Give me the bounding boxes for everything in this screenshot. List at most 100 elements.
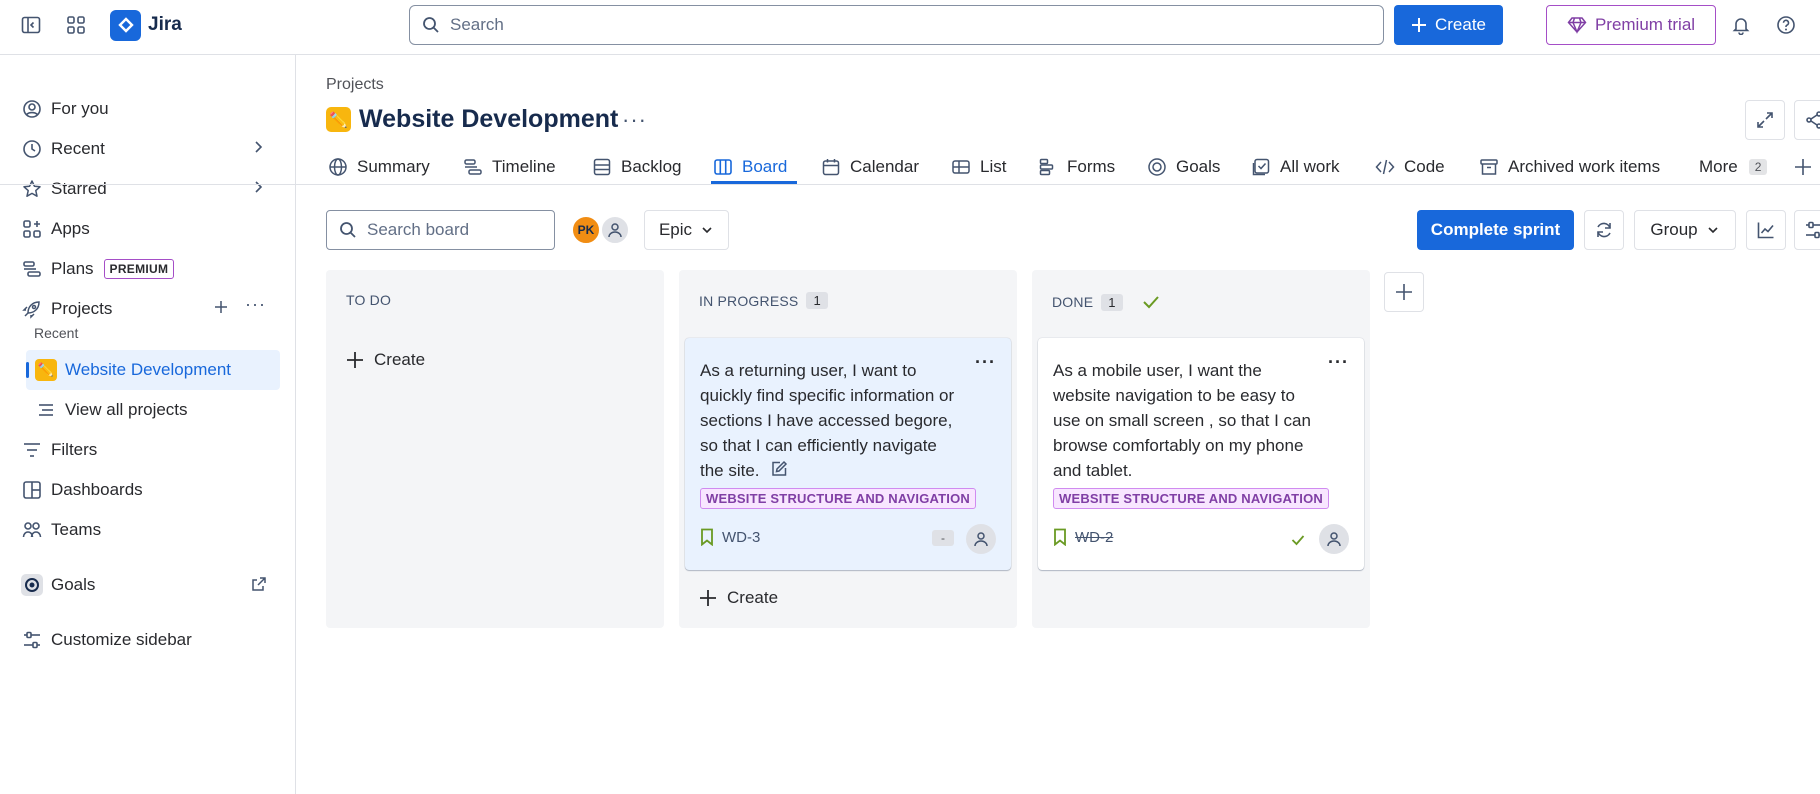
- external-link-icon[interactable]: [250, 575, 268, 598]
- epic-label-badge[interactable]: WEBSITE STRUCTURE AND NAVIGATION: [1053, 488, 1329, 509]
- jira-logo-icon[interactable]: [110, 10, 141, 41]
- sprint-refresh-button[interactable]: [1584, 210, 1624, 250]
- tab-forms[interactable]: Forms: [1038, 153, 1115, 181]
- app-switcher-icon[interactable]: [64, 13, 88, 37]
- sidebar-item-projects[interactable]: Projects ···: [20, 291, 280, 327]
- customize-icon: [20, 628, 44, 652]
- card-more-icon[interactable]: ···: [1328, 352, 1349, 373]
- sidebar-item-for-you[interactable]: For you: [20, 91, 280, 127]
- sidebar-toggle-icon[interactable]: [19, 13, 43, 37]
- breadcrumb[interactable]: Projects: [326, 76, 384, 94]
- tab-label: All work: [1280, 157, 1340, 176]
- epic-label: Epic: [658, 220, 693, 239]
- assignee-avatar[interactable]: [1319, 524, 1349, 554]
- rocket-icon: [20, 297, 44, 321]
- chevron-down-icon: [1708, 227, 1718, 234]
- tab-calendar[interactable]: Calendar: [821, 153, 919, 181]
- view-settings-button[interactable]: [1794, 210, 1820, 250]
- share-icon: [1806, 111, 1820, 129]
- epic-filter-dropdown[interactable]: Epic: [644, 210, 729, 250]
- more-options-icon[interactable]: ···: [245, 294, 266, 315]
- group-dropdown[interactable]: Group: [1634, 210, 1736, 250]
- chevron-down-icon: [702, 227, 712, 234]
- create-issue-button[interactable]: Create: [699, 588, 778, 608]
- backlog-icon: [593, 158, 611, 176]
- column-to-do: TO DO Create: [326, 270, 664, 628]
- help-icon[interactable]: [1774, 13, 1798, 37]
- notifications-bell-icon[interactable]: [1729, 13, 1753, 37]
- board-search[interactable]: [326, 210, 555, 250]
- project-more-icon[interactable]: ···: [622, 107, 647, 133]
- sidebar-item-plans[interactable]: Plans PREMIUM: [20, 251, 280, 287]
- sidebar-item-view-all-projects[interactable]: View all projects: [34, 392, 280, 428]
- issue-key[interactable]: WD-2: [1053, 528, 1113, 546]
- story-points-estimate[interactable]: -: [932, 530, 954, 546]
- done-check-icon: [1291, 535, 1305, 546]
- plans-icon: [20, 257, 44, 281]
- sidebar-item-label: Teams: [51, 520, 102, 539]
- page-title[interactable]: Website Development: [359, 105, 618, 134]
- tab-label: Summary: [357, 157, 430, 176]
- app-name[interactable]: Jira: [148, 14, 182, 36]
- search-input[interactable]: [450, 15, 1350, 35]
- tab-goals[interactable]: Goals: [1147, 153, 1220, 181]
- group-label: Group: [1650, 220, 1698, 239]
- share-button[interactable]: [1794, 100, 1820, 140]
- recent-section-header: Recent: [34, 325, 79, 341]
- column-title: TO DO: [346, 292, 392, 308]
- create-button[interactable]: Create: [1394, 5, 1503, 45]
- calendar-icon: [822, 159, 840, 176]
- sidebar-item-label: Customize sidebar: [51, 630, 192, 649]
- sidebar-item-label: View all projects: [65, 400, 188, 419]
- insights-button[interactable]: [1746, 210, 1786, 250]
- column-count-badge: 1: [1101, 293, 1123, 311]
- sidebar-item-teams[interactable]: Teams: [20, 512, 280, 548]
- tab-label: Backlog: [621, 157, 682, 176]
- tab-archived-work-items[interactable]: Archived work items: [1479, 153, 1660, 181]
- avatar[interactable]: PK: [571, 215, 601, 245]
- sidebar-item-goals[interactable]: Goals: [20, 567, 280, 603]
- tab-more[interactable]: More 2: [1699, 153, 1768, 181]
- tab-backlog[interactable]: Backlog: [592, 153, 681, 181]
- sidebar-item-website-development[interactable]: ✏️ Website Development: [34, 352, 280, 388]
- global-search[interactable]: [409, 5, 1384, 45]
- issue-key[interactable]: WD-3: [700, 528, 760, 546]
- project-pencil-icon: ✏️: [326, 107, 351, 132]
- add-project-icon[interactable]: [212, 298, 230, 321]
- create-issue-button[interactable]: Create: [346, 350, 425, 370]
- sidebar-item-apps[interactable]: Apps: [20, 211, 280, 247]
- assignee-avatar[interactable]: [966, 524, 996, 554]
- more-count-badge: 2: [1748, 159, 1768, 175]
- tab-timeline[interactable]: Timeline: [463, 153, 556, 181]
- issue-key-label: WD-2: [1075, 528, 1114, 546]
- tab-label: More: [1699, 157, 1738, 176]
- tab-summary[interactable]: Summary: [328, 153, 430, 181]
- sidebar-item-customize-sidebar[interactable]: Customize sidebar: [20, 622, 280, 658]
- epic-label-badge[interactable]: WEBSITE STRUCTURE AND NAVIGATION: [700, 488, 976, 509]
- complete-sprint-button[interactable]: Complete sprint: [1417, 210, 1574, 250]
- card-more-icon[interactable]: ···: [975, 352, 996, 373]
- tab-list[interactable]: List: [951, 153, 1006, 181]
- sidebar-item-label: Website Development: [65, 360, 231, 379]
- tab-code[interactable]: Code: [1375, 153, 1445, 181]
- expand-button[interactable]: [1745, 100, 1785, 140]
- sidebar-item-filters[interactable]: Filters: [20, 432, 280, 468]
- tab-board[interactable]: Board: [713, 153, 787, 181]
- create-label: Create: [374, 350, 426, 369]
- search-icon: [340, 222, 356, 238]
- premium-trial-button[interactable]: Premium trial: [1546, 5, 1716, 45]
- card-summary: As a returning user, I want to quickly f…: [700, 361, 955, 480]
- issue-card-wd-2[interactable]: As a mobile user, I want the website nav…: [1038, 338, 1364, 570]
- premium-badge: PREMIUM: [103, 259, 175, 279]
- card-summary: As a mobile user, I want the website nav…: [1053, 361, 1311, 480]
- add-tab-button[interactable]: [1794, 153, 1812, 181]
- tab-label: Code: [1404, 157, 1445, 176]
- issue-card-wd-3[interactable]: As a returning user, I want to quickly f…: [685, 338, 1011, 570]
- edit-pencil-icon[interactable]: [770, 460, 788, 478]
- add-column-button[interactable]: [1384, 272, 1424, 312]
- sidebar-item-dashboards[interactable]: Dashboards: [20, 472, 280, 508]
- tab-all-work[interactable]: All work: [1251, 153, 1340, 181]
- unassigned-avatar[interactable]: [600, 215, 630, 245]
- board-search-input[interactable]: [367, 220, 547, 240]
- sidebar-item-label: Dashboards: [51, 480, 143, 499]
